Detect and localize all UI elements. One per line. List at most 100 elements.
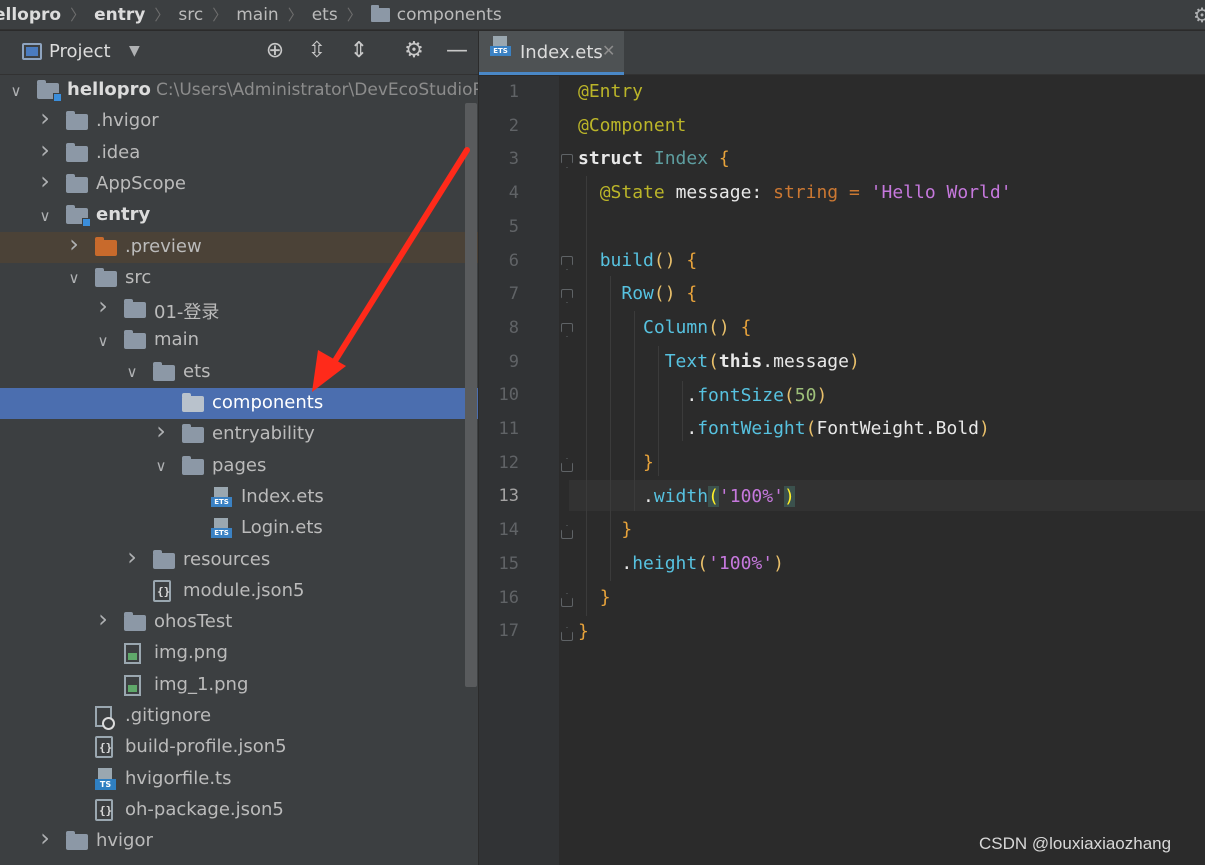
breadcrumb-item-main[interactable]: main [236,5,278,25]
code-line-14: } [621,519,633,540]
editor-tab-bar: ETS Index.ets ✕ [479,31,1205,75]
tree-item[interactable]: › .hvigor [0,104,478,137]
line-number: 8 [508,317,519,338]
tree-item-path-hint: C:\Users\Administrator\DevEcoStudioPro [156,80,478,100]
breadcrumb-separator-icon: 〉 [346,6,362,24]
tree-item-label: .idea [96,141,141,163]
ets-file-icon: ETS [490,36,511,56]
tree-item[interactable]: img.png [0,638,478,669]
code-editor[interactable]: 1 2 3 4 5 6 7 8 9 10 11 12 13 14 15 16 17 @Entry @Compon… [479,76,1205,865]
tree-item[interactable]: {} module.json5 [0,576,478,607]
tree-item[interactable]: ETS Index.ets [0,482,478,513]
tree-item-label: AppScope [96,172,186,194]
tree-item-label: entry [96,204,151,226]
tree-item-label: hvigor [96,830,153,852]
tree-item[interactable]: ETS Login.ets [0,513,478,544]
fold-open-icon[interactable] [561,289,573,303]
chevron-right-icon[interactable]: › [37,167,53,195]
ets-file-icon: ETS [211,518,232,539]
tree-item[interactable]: components [0,388,478,419]
chevron-down-icon[interactable]: ∨ [95,332,111,350]
tree-item-label: 01-登录 [154,302,220,324]
breadcrumb-item-ets[interactable]: ets [312,5,338,25]
tree-item[interactable]: › 01-登录 [0,292,478,325]
tree-item[interactable]: › hvigor [0,824,478,857]
tree-item[interactable]: TS hvigorfile.ts [0,764,478,795]
line-number: 7 [508,284,519,305]
tree-item[interactable]: img_1.png [0,670,478,701]
tree-item-label: entryability [212,423,315,445]
tree-item[interactable]: ∨ main [0,325,478,356]
tree-item-label: hvigorfile.ts [125,767,232,789]
chevron-right-icon[interactable]: › [66,230,82,258]
tree-item[interactable]: {} oh-package.json5 [0,795,478,826]
tree-item[interactable]: ∨ ets [0,357,478,388]
folder-icon [95,267,117,287]
folder-icon [66,205,91,228]
tree-item[interactable]: › AppScope [0,167,478,200]
tree-item-label: module.json5 [183,579,305,601]
tree-item[interactable]: {} build-profile.json5 [0,732,478,763]
chevron-down-icon[interactable]: ▼ [129,43,140,59]
folder-icon [66,111,88,131]
code-line-9: Text(this.message) [664,351,860,372]
chevron-right-icon[interactable]: › [37,104,53,132]
folder-icon [370,4,390,22]
tab-index-ets[interactable]: ETS Index.ets ✕ [479,31,624,75]
collapse-all-icon[interactable]: ⇕ [346,38,372,63]
expand-all-icon[interactable]: ⇳ [304,38,330,63]
close-icon[interactable]: ✕ [602,41,615,60]
gear-icon[interactable]: ⚙ [401,38,427,63]
fold-open-icon[interactable] [561,154,573,168]
line-number: 5 [508,216,519,237]
chevron-down-icon[interactable]: ∨ [37,207,53,225]
gear-icon[interactable]: ⚙ [1193,3,1205,27]
tree-item-label: hellopro [67,79,151,100]
chevron-right-icon[interactable]: › [37,824,53,852]
folder-icon [182,424,204,444]
fold-close-icon[interactable] [561,627,573,641]
folder-icon [153,549,175,569]
breadcrumb-item-project[interactable]: ellopro [0,5,61,25]
code-line-8: Column() { [643,317,752,338]
minimize-icon[interactable]: — [444,38,470,63]
chevron-right-icon[interactable]: › [124,543,140,571]
fold-close-icon[interactable] [561,593,573,607]
fold-open-icon[interactable] [561,323,573,337]
project-view-selector[interactable]: Project [49,41,111,62]
folder-icon [124,330,146,350]
line-number: 4 [508,183,519,204]
chevron-down-icon[interactable]: ∨ [124,363,140,381]
chevron-right-icon[interactable]: › [37,136,53,164]
chevron-right-icon[interactable]: › [95,605,111,633]
tree-item[interactable]: .gitignore [0,701,478,732]
tree-item[interactable]: ∨ hellopro C:\Users\Administrator\DevEcoSt… [0,75,478,106]
fold-open-icon[interactable] [561,256,573,270]
tree-item[interactable]: ∨ entry [0,200,478,231]
folder-icon [124,299,146,319]
tree-item[interactable]: › .preview [0,230,478,263]
breadcrumb-item-entry[interactable]: entry [94,5,145,25]
tree-item[interactable]: ∨ pages [0,451,478,482]
breadcrumb-item-src[interactable]: src [178,5,203,25]
chevron-right-icon[interactable]: › [153,417,169,445]
breadcrumb-item-components[interactable]: components [397,5,502,25]
locate-icon[interactable]: ⊕ [262,38,288,63]
chevron-right-icon[interactable]: › [95,292,111,320]
tree-item-label: .preview [125,235,202,257]
fold-close-icon[interactable] [561,458,573,472]
tree-item[interactable]: › entryability [0,417,478,450]
chevron-down-icon[interactable]: ∨ [153,457,169,475]
tree-item[interactable]: › .idea [0,136,478,169]
chevron-down-icon[interactable]: ∨ [66,269,82,287]
tree-item[interactable]: › resources [0,543,478,576]
fold-close-icon[interactable] [561,525,573,539]
tree-item-label: resources [183,548,271,570]
chevron-down-icon[interactable]: ∨ [8,82,24,100]
tree-scrollbar[interactable] [465,103,477,687]
code-line-17: } [578,621,589,642]
line-number: 17 [498,621,519,642]
image-file-icon [124,674,141,696]
tree-item[interactable]: › ohosTest [0,605,478,638]
tree-item[interactable]: ∨ src [0,263,478,294]
